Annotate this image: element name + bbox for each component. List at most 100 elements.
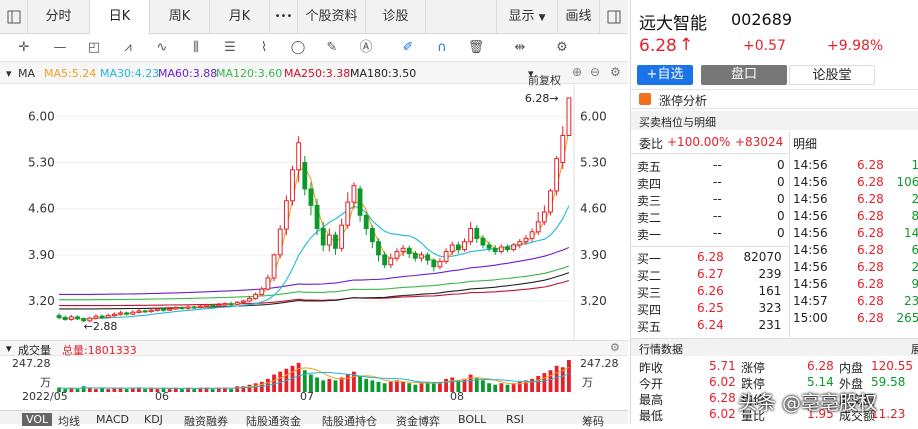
candle-body xyxy=(155,309,159,310)
indicator-tab[interactable]: BOLL xyxy=(458,413,486,426)
tab-more[interactable]: ••• xyxy=(270,0,298,34)
quote-label: 今开 xyxy=(639,375,663,392)
volume-bar xyxy=(469,375,473,392)
minus-circle-icon[interactable]: ⊖ xyxy=(590,65,600,79)
line-tool-icon[interactable]: — xyxy=(50,38,70,58)
candle-body xyxy=(149,310,153,311)
indicator-tab[interactable]: 陆股通持仓 xyxy=(322,413,377,429)
add-watchlist-button[interactable]: +自选 xyxy=(637,65,693,85)
indicator-tab[interactable]: MACD xyxy=(96,413,129,426)
tab-daily[interactable]: 日K xyxy=(90,0,150,34)
tab-minute[interactable]: 分时 xyxy=(28,0,90,34)
ma180-label: MA180:3.50 xyxy=(350,67,416,80)
high-price-label: 6.28→ xyxy=(525,92,559,105)
candle-body xyxy=(205,305,209,306)
candle-body xyxy=(174,308,178,309)
rect-tool-icon[interactable]: ◰ xyxy=(84,38,104,58)
quote-expand-label[interactable]: 展 xyxy=(911,341,918,357)
indicator-tab[interactable]: 融资融券 xyxy=(184,413,228,429)
ma-settings-icon[interactable]: ⚙ xyxy=(610,65,621,79)
tab-weekly[interactable]: 周K xyxy=(150,0,210,34)
candlestick-chart[interactable]: 6.006.005.305.304.604.603.903.903.203.20… xyxy=(0,84,628,340)
fan-tool-icon[interactable]: ⩘ xyxy=(118,38,138,58)
tab-forum[interactable]: 论股堂 xyxy=(789,65,875,85)
pencil-tool-icon[interactable]: ✎ xyxy=(322,38,342,58)
candle-body xyxy=(186,307,190,308)
polyline-tool-icon[interactable]: ⌇ xyxy=(254,38,274,58)
volume-chart[interactable]: 247.28万247.28万 xyxy=(0,356,628,400)
crosshair-icon[interactable]: ✛ xyxy=(14,38,34,58)
candle-body xyxy=(364,215,368,228)
tick-time: 14:56 xyxy=(793,158,828,175)
tab-monthly[interactable]: 月K xyxy=(210,0,270,34)
indicator-tab[interactable]: 陆股通资金 xyxy=(246,413,301,429)
candle-body xyxy=(512,245,516,250)
candle-body xyxy=(346,202,350,225)
volume-bar xyxy=(248,385,252,392)
sidebar-toggle-icon[interactable] xyxy=(0,0,28,34)
text-tool-icon[interactable]: Ⓐ xyxy=(356,38,376,58)
candle-body xyxy=(481,238,485,245)
indicator-tab[interactable]: VOL xyxy=(22,413,52,426)
candle-body xyxy=(352,186,356,202)
display-dropdown[interactable]: 显示 ▼ xyxy=(496,0,558,34)
add-circle-icon[interactable]: ⊕ xyxy=(572,65,582,79)
volume-bar xyxy=(549,370,553,392)
fib-tool-icon[interactable]: ☰ xyxy=(220,38,240,58)
vol-chevron-icon[interactable]: ▾ xyxy=(6,342,12,355)
volume-bar xyxy=(334,380,338,392)
parallel-tool-icon[interactable]: ⫼ xyxy=(186,38,206,58)
candle-body xyxy=(229,304,233,305)
trash-icon[interactable]: 🗑 xyxy=(466,38,486,58)
candle-body xyxy=(524,238,528,241)
settings-gear-icon[interactable]: ⚙ xyxy=(552,38,572,58)
volume-bar xyxy=(499,383,503,392)
tab-diagnose[interactable]: 诊股 xyxy=(366,0,426,34)
bid-price: 6.26 xyxy=(697,284,724,301)
volume-bar xyxy=(432,383,436,392)
highlighter-icon[interactable]: ✐ xyxy=(398,38,418,58)
candle-body xyxy=(162,309,166,310)
tick-volume: 1 xyxy=(912,158,918,175)
volume-bar xyxy=(254,383,258,392)
candle-body xyxy=(321,228,325,244)
quote-value: 5.71 xyxy=(709,359,736,376)
candle-body xyxy=(69,317,73,320)
panel-toggle-icon[interactable] xyxy=(600,0,628,34)
stock-price: 6.28 xyxy=(639,36,677,56)
limit-analysis-row[interactable]: 涨停分析 xyxy=(631,89,918,109)
vol-ma5-line xyxy=(59,367,569,388)
tick-volume: 23 xyxy=(904,294,918,311)
ask-volume: 0 xyxy=(777,158,785,175)
tick-price: 6.28 xyxy=(857,243,884,260)
candle-body xyxy=(542,212,546,222)
ask-label: 卖一 xyxy=(637,226,661,243)
indicator-tab[interactable]: RSI xyxy=(506,413,524,426)
ask-price: -- xyxy=(713,175,722,192)
magnet-icon[interactable]: ∩ xyxy=(432,38,452,58)
indicator-tab[interactable]: KDJ xyxy=(144,413,163,426)
bid-volume: 231 xyxy=(759,318,782,335)
vol-settings-icon[interactable]: ⚙ xyxy=(610,341,620,354)
volume-bar xyxy=(389,382,393,392)
indicator-tab[interactable]: 筹码 xyxy=(582,413,604,429)
volume-bar xyxy=(180,389,184,392)
adjust-dropdown[interactable]: 前复权 ▾ xyxy=(528,67,534,80)
tab-drawline[interactable]: 画线 xyxy=(558,0,600,34)
ma120-label: MA120:3.60 xyxy=(216,67,282,80)
ma-chevron-icon[interactable]: ▾ xyxy=(6,67,12,80)
tab-board[interactable]: 盘口 xyxy=(701,65,787,85)
tick-price: 6.28 xyxy=(857,226,884,243)
circle-tool-icon[interactable]: ◯ xyxy=(288,38,308,58)
candle-body xyxy=(119,313,123,314)
indicator-tab[interactable]: 均线 xyxy=(58,413,80,429)
tick-price: 6.28 xyxy=(857,175,884,192)
ma30-label: MA30:4.23 xyxy=(100,67,159,80)
tab-profile[interactable]: 个股资料 xyxy=(298,0,366,34)
limit-analysis-label: 涨停分析 xyxy=(659,92,707,109)
bid-price: 6.24 xyxy=(697,318,724,335)
indicator-tab[interactable]: 资金博弈 xyxy=(396,413,440,429)
wave-tool-icon[interactable]: ∿ xyxy=(152,38,172,58)
split-icon[interactable]: ⇹ xyxy=(510,38,530,58)
volume-bar xyxy=(192,389,196,392)
